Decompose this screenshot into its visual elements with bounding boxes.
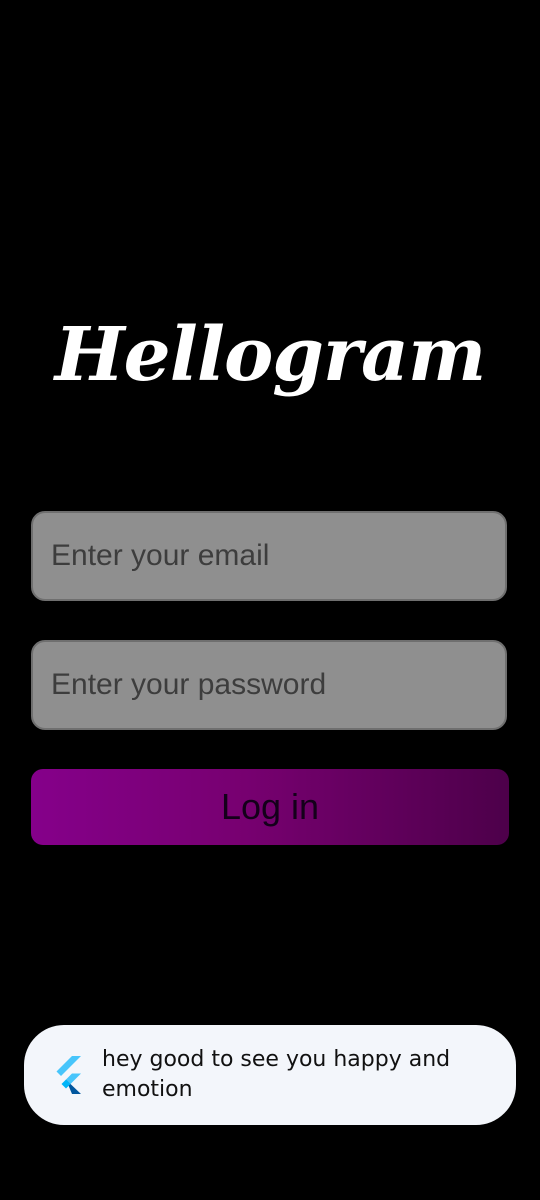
app-logo: Hellogram: [54, 312, 487, 398]
toast-text: hey good to see you happy and emotion: [102, 1047, 451, 1102]
toast-message: hey good to see you happy and emotion: [24, 1025, 516, 1125]
flutter-icon: [56, 1056, 81, 1094]
email-input[interactable]: [31, 511, 507, 601]
login-button[interactable]: Log in: [31, 769, 509, 845]
password-input[interactable]: [31, 640, 507, 730]
login-screen: Hellogram Log in hey good to see you hap…: [0, 0, 540, 1200]
